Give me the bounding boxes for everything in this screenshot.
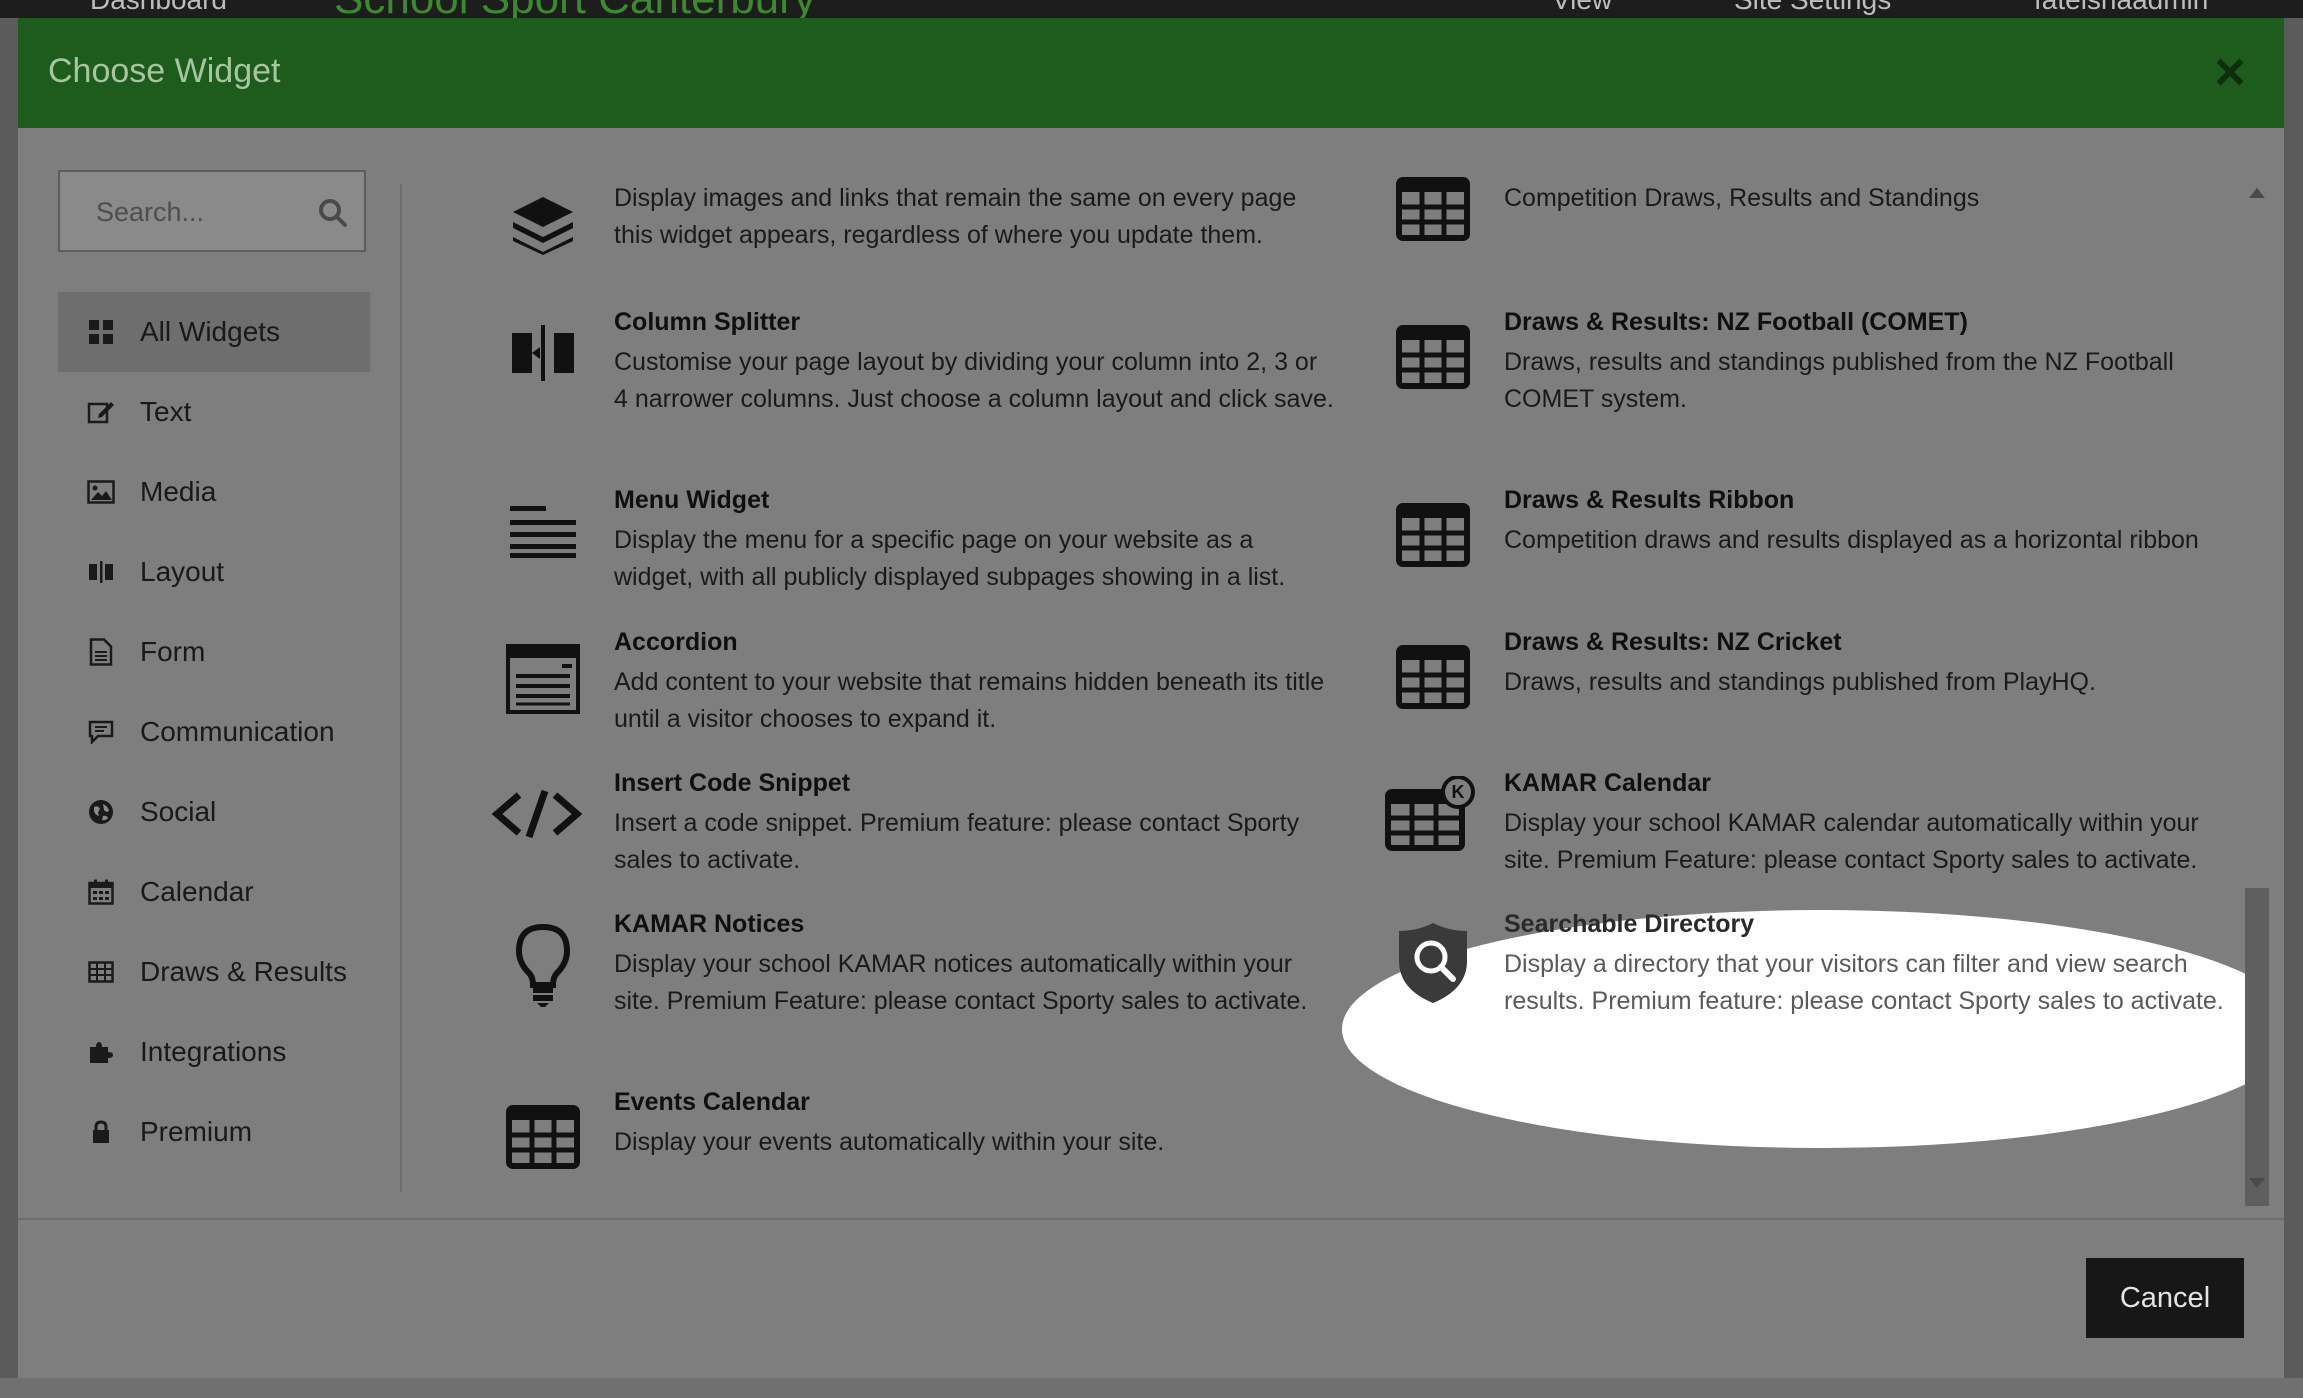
search-box: [58, 170, 366, 252]
search-icon[interactable]: [318, 198, 348, 228]
sidebar-divider: [400, 184, 402, 1192]
image-icon: [86, 477, 116, 507]
widget-description: Display your school KAMAR notices automa…: [614, 950, 1308, 1015]
columns-icon: [86, 557, 116, 587]
sidebar-item-label: Draws & Results: [140, 956, 347, 987]
lightbulb-icon: [498, 920, 588, 1010]
scroll-thumb[interactable]: [2245, 888, 2269, 1206]
table-icon: [1388, 632, 1478, 722]
modal-title: Choose Widget: [48, 52, 281, 90]
background-topbar: Dashboard School Sport Canterbury View S…: [0, 0, 2303, 18]
widget-description: Display your events automatically within…: [614, 1128, 1165, 1156]
widget-description: Competition draws and results displayed …: [1504, 526, 2199, 554]
sidebar-item-label: Calendar: [140, 876, 254, 907]
widget-description: Add content to your website that remains…: [614, 668, 1325, 733]
nav-site-settings: Site Settings: [1734, 0, 1891, 16]
sidebar-item-all-widgets[interactable]: All Widgets: [58, 292, 370, 372]
widget-title: Events Calendar: [614, 1088, 810, 1116]
sidebar-item-premium[interactable]: Premium: [58, 1092, 370, 1172]
sidebar-item-label: Layout: [140, 556, 225, 587]
background-page: [0, 1378, 2303, 1398]
sidebar-item-label: Communication: [140, 716, 335, 747]
widget-title: Draws & Results Ribbon: [1504, 486, 1795, 514]
layers-icon: [498, 180, 588, 270]
widget-title: Draws & Results: NZ Football (COMET): [1504, 308, 1968, 336]
widget-description: Insert a code snippet. Premium feature: …: [614, 809, 1300, 874]
widget-description: Display a directory that your visitors c…: [1504, 950, 2224, 1015]
choose-widget-modal: Choose Widget × All Widgets Text: [18, 18, 2284, 1378]
shield-search-icon: [1388, 918, 1478, 1008]
widget-category-sidebar: All Widgets Text Media Layout Form: [58, 170, 370, 1172]
widget-title: Column Splitter: [614, 308, 801, 336]
sidebar-item-label: Form: [140, 636, 206, 667]
table-icon: [498, 1092, 588, 1182]
sidebar-item-integrations[interactable]: Integrations: [58, 1012, 370, 1092]
nav-view: View: [1552, 0, 1612, 16]
sidebar-item-label: Premium: [140, 1116, 253, 1147]
widget-title: KAMAR Calendar: [1504, 769, 1711, 797]
document-icon: [86, 637, 116, 667]
chat-icon: [86, 717, 116, 747]
widget-description: Competition Draws, Results and Standings: [1504, 184, 1980, 212]
widget-description: Customise your page layout by dividing y…: [614, 348, 1334, 413]
widget-description: Draws, results and standings published f…: [1504, 348, 2174, 413]
nav-dashboard: Dashboard: [90, 0, 227, 16]
sidebar-item-social[interactable]: Social: [58, 772, 370, 852]
modal-body: All Widgets Text Media Layout Form: [18, 128, 2284, 1218]
modal-footer-divider: [18, 1218, 2284, 1220]
sidebar-item-label: Social: [140, 796, 217, 827]
widget-title: Insert Code Snippet: [614, 769, 851, 797]
sidebar-item-calendar[interactable]: Calendar: [58, 852, 370, 932]
accordion-icon: [498, 634, 588, 724]
widget-grid: Display images and links that remain the…: [458, 128, 2258, 1208]
puzzle-icon: [86, 1037, 116, 1067]
sidebar-item-layout[interactable]: Layout: [58, 532, 370, 612]
cancel-button[interactable]: Cancel: [2086, 1258, 2244, 1338]
calendar-icon: [86, 877, 116, 907]
menu-lines-icon: [498, 486, 588, 576]
modal-header: Choose Widget ×: [18, 18, 2284, 128]
kamar-calendar-icon: K: [1380, 769, 1480, 859]
widget-description: Draws, results and standings published f…: [1504, 668, 2096, 696]
sidebar-item-label: Media: [140, 476, 217, 507]
widget-title: Menu Widget: [614, 486, 770, 514]
sidebar-item-label: Text: [140, 396, 192, 427]
edit-icon: [86, 397, 116, 427]
sidebar-item-text[interactable]: Text: [58, 372, 370, 452]
widget-title: Searchable Directory: [1504, 910, 1755, 938]
table-icon: [1388, 164, 1478, 254]
sidebar-item-label: All Widgets: [140, 316, 281, 347]
column-splitter-icon: [498, 308, 588, 398]
widget-title: Draws & Results: NZ Cricket: [1504, 628, 1842, 656]
sidebar-item-form[interactable]: Form: [58, 612, 370, 692]
widget-title: KAMAR Notices: [614, 910, 805, 938]
widget-title: Accordion: [614, 628, 738, 656]
lock-icon: [86, 1117, 116, 1147]
sidebar-item-communication[interactable]: Communication: [58, 692, 370, 772]
sidebar-item-media[interactable]: Media: [58, 452, 370, 532]
grid-icon: [86, 317, 116, 347]
scroll-up-arrow[interactable]: [2249, 188, 2265, 198]
widget-scrollbar[interactable]: [2242, 188, 2272, 1206]
site-name: School Sport Canterbury: [334, 0, 816, 18]
scroll-down-arrow[interactable]: [2249, 1178, 2265, 1188]
nav-user: fatelshaadmin: [2034, 0, 2208, 16]
widget-description: Display the menu for a specific page on …: [614, 526, 1286, 591]
category-list: All Widgets Text Media Layout Form Commu…: [58, 292, 370, 1172]
search-input[interactable]: [60, 172, 338, 252]
close-button[interactable]: ×: [2202, 44, 2258, 100]
table-icon: [1388, 312, 1478, 402]
table-icon: [1388, 490, 1478, 580]
kamar-badge: K: [1452, 782, 1465, 802]
table-icon: [86, 957, 116, 987]
code-icon: [482, 769, 592, 859]
widget-description: Display your school KAMAR calendar autom…: [1504, 809, 2199, 874]
sidebar-item-label: Integrations: [140, 1036, 287, 1067]
widget-description: Display images and links that remain the…: [614, 184, 1297, 249]
sidebar-item-draws-results[interactable]: Draws & Results: [58, 932, 370, 1012]
globe-icon: [86, 797, 116, 827]
